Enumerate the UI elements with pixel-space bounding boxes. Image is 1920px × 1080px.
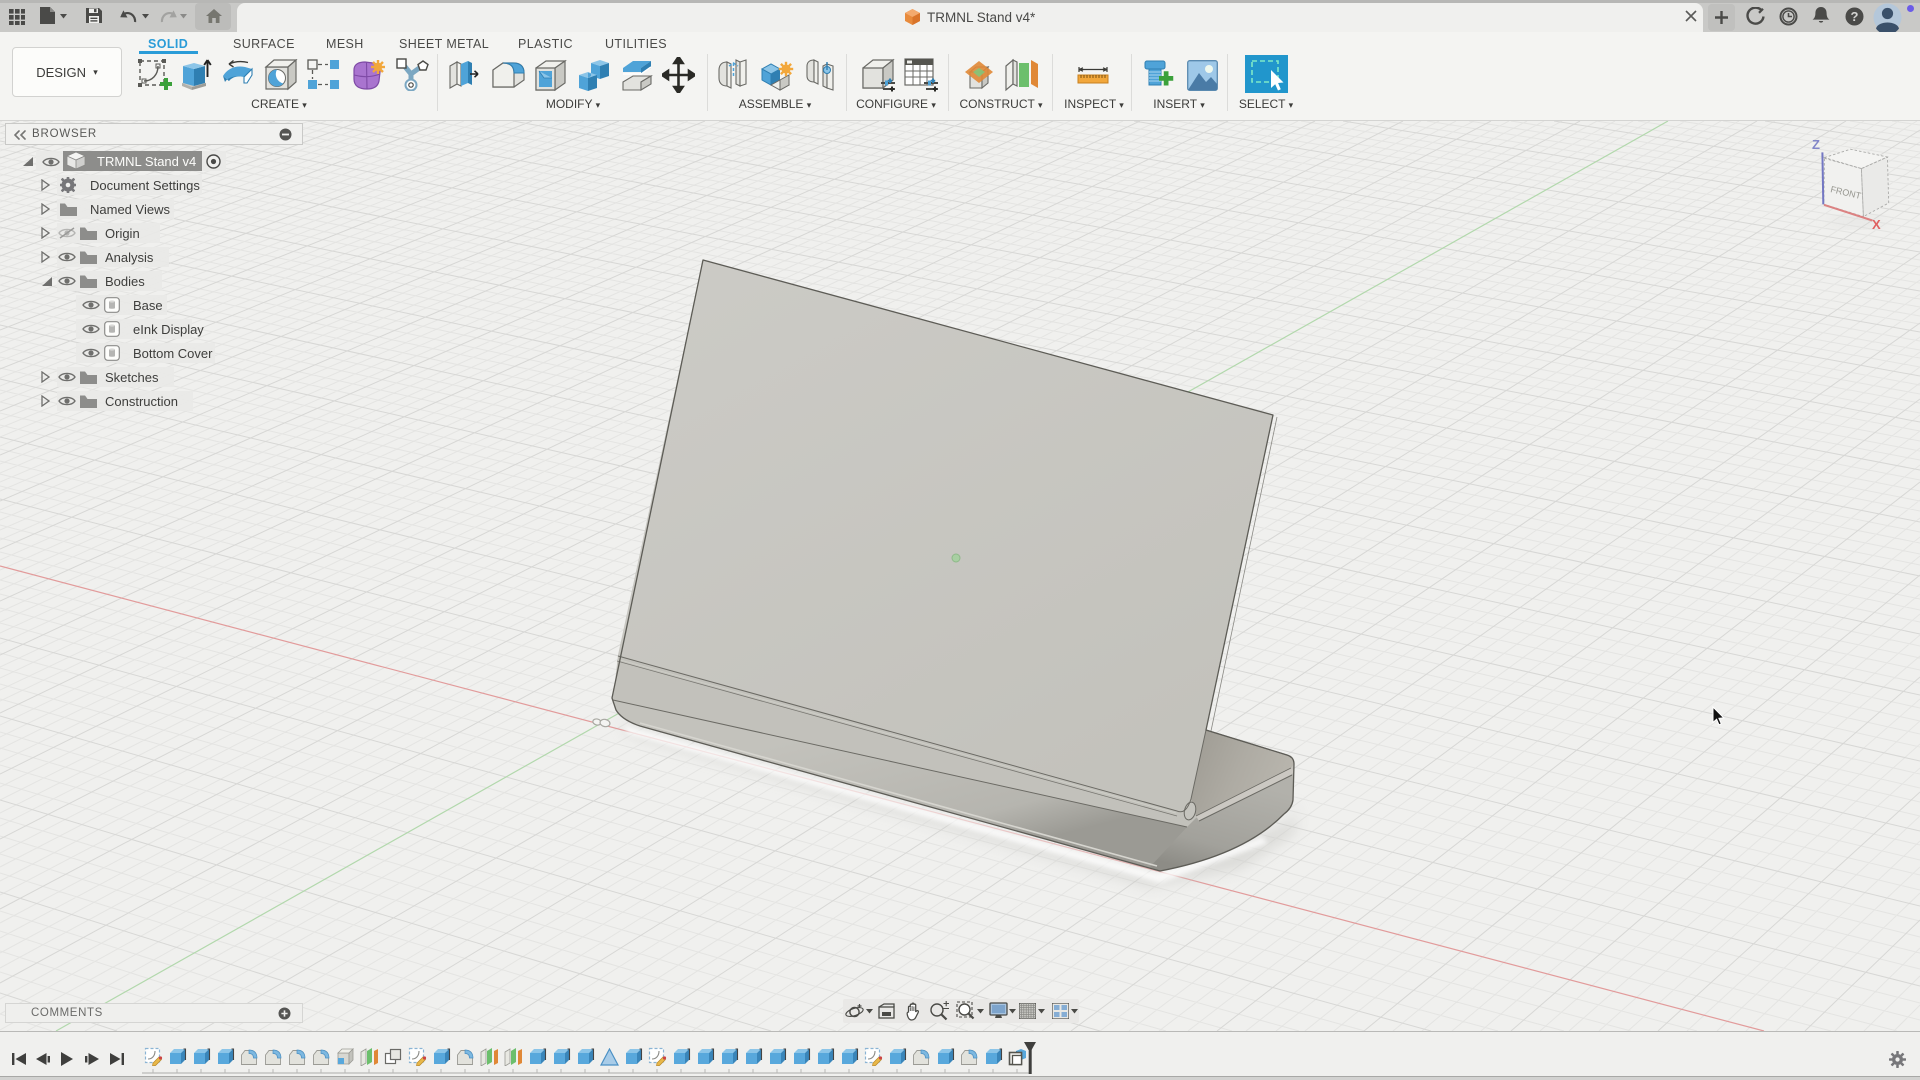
svg-text:Z: Z xyxy=(1812,137,1820,152)
svg-text:X: X xyxy=(1872,217,1881,232)
svg-text:?: ? xyxy=(1851,9,1859,24)
